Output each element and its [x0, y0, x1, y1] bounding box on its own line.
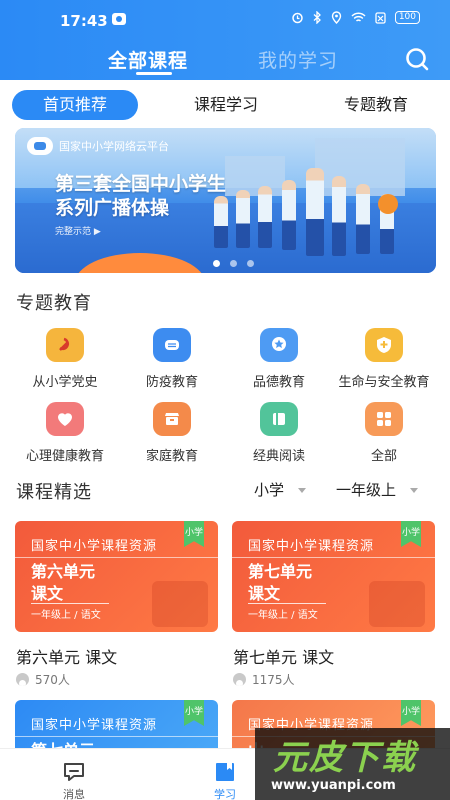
course-card-cover[interactable]: 国家中小学课程资源 第六单元 课文 一年级上 / 语文 小学	[15, 521, 218, 632]
search-icon[interactable]	[404, 46, 430, 72]
tab-topic-education[interactable]: 专题教育	[326, 90, 426, 120]
course-card-cover[interactable]: 国家中小学课程资源 第七单元 小学	[15, 700, 218, 755]
course-card-cover[interactable]: 国家中小学课程资源 第七单元 课文 一年级上 / 语文 小学	[232, 521, 435, 632]
primary-school-tag: 小学	[184, 521, 204, 547]
topic-item-epidemic[interactable]: 防疫教育	[117, 328, 227, 394]
status-icons: 100	[291, 11, 420, 24]
site-watermark: 元皮下载 www.yuanpi.com	[255, 728, 450, 800]
home-box-icon	[153, 402, 191, 436]
chevron-down-icon	[298, 488, 307, 493]
stage-filter-dropdown[interactable]: 小学	[254, 479, 307, 500]
topic-item-party-history[interactable]: 从小学党史	[10, 328, 120, 394]
book-decoration-icon	[152, 581, 208, 627]
status-bar: 17:43 100	[0, 0, 450, 38]
sub-tab-bar: 首页推荐 课程学习 专题教育	[0, 84, 450, 124]
banner-subtitle: 完整示范 ▶	[55, 227, 101, 237]
user-icon	[233, 673, 246, 686]
user-icon	[16, 673, 29, 686]
notification-app-icon	[112, 13, 126, 25]
course-card-title[interactable]: 第七单元 课文	[233, 644, 334, 668]
star-badge-icon	[260, 328, 298, 362]
tab-all-courses[interactable]: 全部课程	[108, 46, 188, 73]
book-decoration-icon	[369, 581, 425, 627]
top-header: 17:43 100 全部课程 我的学习	[0, 0, 450, 80]
carousel-dot[interactable]	[230, 260, 237, 267]
sim-off-icon	[375, 11, 386, 24]
course-card-title[interactable]: 第六单元 课文	[16, 644, 117, 668]
status-time: 17:43	[60, 12, 108, 30]
active-tab-indicator	[136, 72, 172, 75]
cloud-logo-icon	[27, 137, 53, 155]
nav-study[interactable]: 学习	[195, 753, 255, 800]
card-unit-title: 第六单元 课文	[31, 562, 96, 603]
primary-school-tag: 小学	[401, 700, 421, 726]
heart-icon	[46, 402, 84, 436]
topic-item-safety[interactable]: 生命与安全教育	[329, 328, 439, 394]
banner-performers-image	[206, 150, 416, 265]
shield-icon	[365, 328, 403, 362]
wifi-icon	[351, 11, 366, 22]
topic-item-mental-health[interactable]: 心理健康教育	[10, 402, 120, 468]
course-section-title: 课程精选	[16, 482, 92, 503]
battery-indicator: 100	[394, 11, 420, 24]
topic-item-morality[interactable]: 品德教育	[224, 328, 334, 394]
topic-item-reading[interactable]: 经典阅读	[224, 402, 334, 468]
carousel-dot[interactable]	[247, 260, 254, 267]
main-tab-bar: 全部课程 我的学习	[0, 40, 450, 78]
mask-icon	[153, 328, 191, 362]
banner-carousel[interactable]: 国家中小学网络云平台 第三套全国中小学生 系列广播体操 完整示范 ▶	[15, 128, 436, 273]
course-card-learners: 570人	[16, 671, 70, 688]
message-icon	[64, 763, 84, 781]
alarm-icon	[292, 12, 303, 24]
topic-item-family[interactable]: 家庭教育	[117, 402, 227, 468]
carousel-dot[interactable]	[213, 260, 220, 267]
study-icon	[216, 763, 234, 781]
card-unit-title: 第七单元 课文	[248, 562, 313, 603]
banner-title: 第三套全国中小学生 系列广播体操	[55, 173, 227, 219]
banner-logo: 国家中小学网络云平台	[27, 137, 169, 155]
location-icon	[331, 11, 342, 24]
primary-school-tag: 小学	[184, 700, 204, 726]
tab-home-recommend[interactable]: 首页推荐	[12, 90, 138, 120]
tab-my-learning[interactable]: 我的学习	[258, 46, 338, 73]
nav-messages[interactable]: 消息	[44, 753, 104, 800]
bluetooth-icon	[313, 11, 321, 24]
grid-all-icon	[365, 402, 403, 436]
chevron-down-icon	[410, 488, 419, 493]
book-icon	[260, 402, 298, 436]
topic-section-title: 专题教育	[16, 293, 92, 314]
topic-item-all[interactable]: 全部	[329, 402, 439, 468]
carousel-dots	[213, 260, 254, 267]
tab-course-learning[interactable]: 课程学习	[176, 90, 276, 120]
party-emblem-icon	[46, 328, 84, 362]
grade-filter-dropdown[interactable]: 一年级上	[336, 479, 419, 500]
ball	[378, 194, 398, 214]
primary-school-tag: 小学	[401, 521, 421, 547]
course-card-learners: 1175人	[233, 671, 295, 688]
